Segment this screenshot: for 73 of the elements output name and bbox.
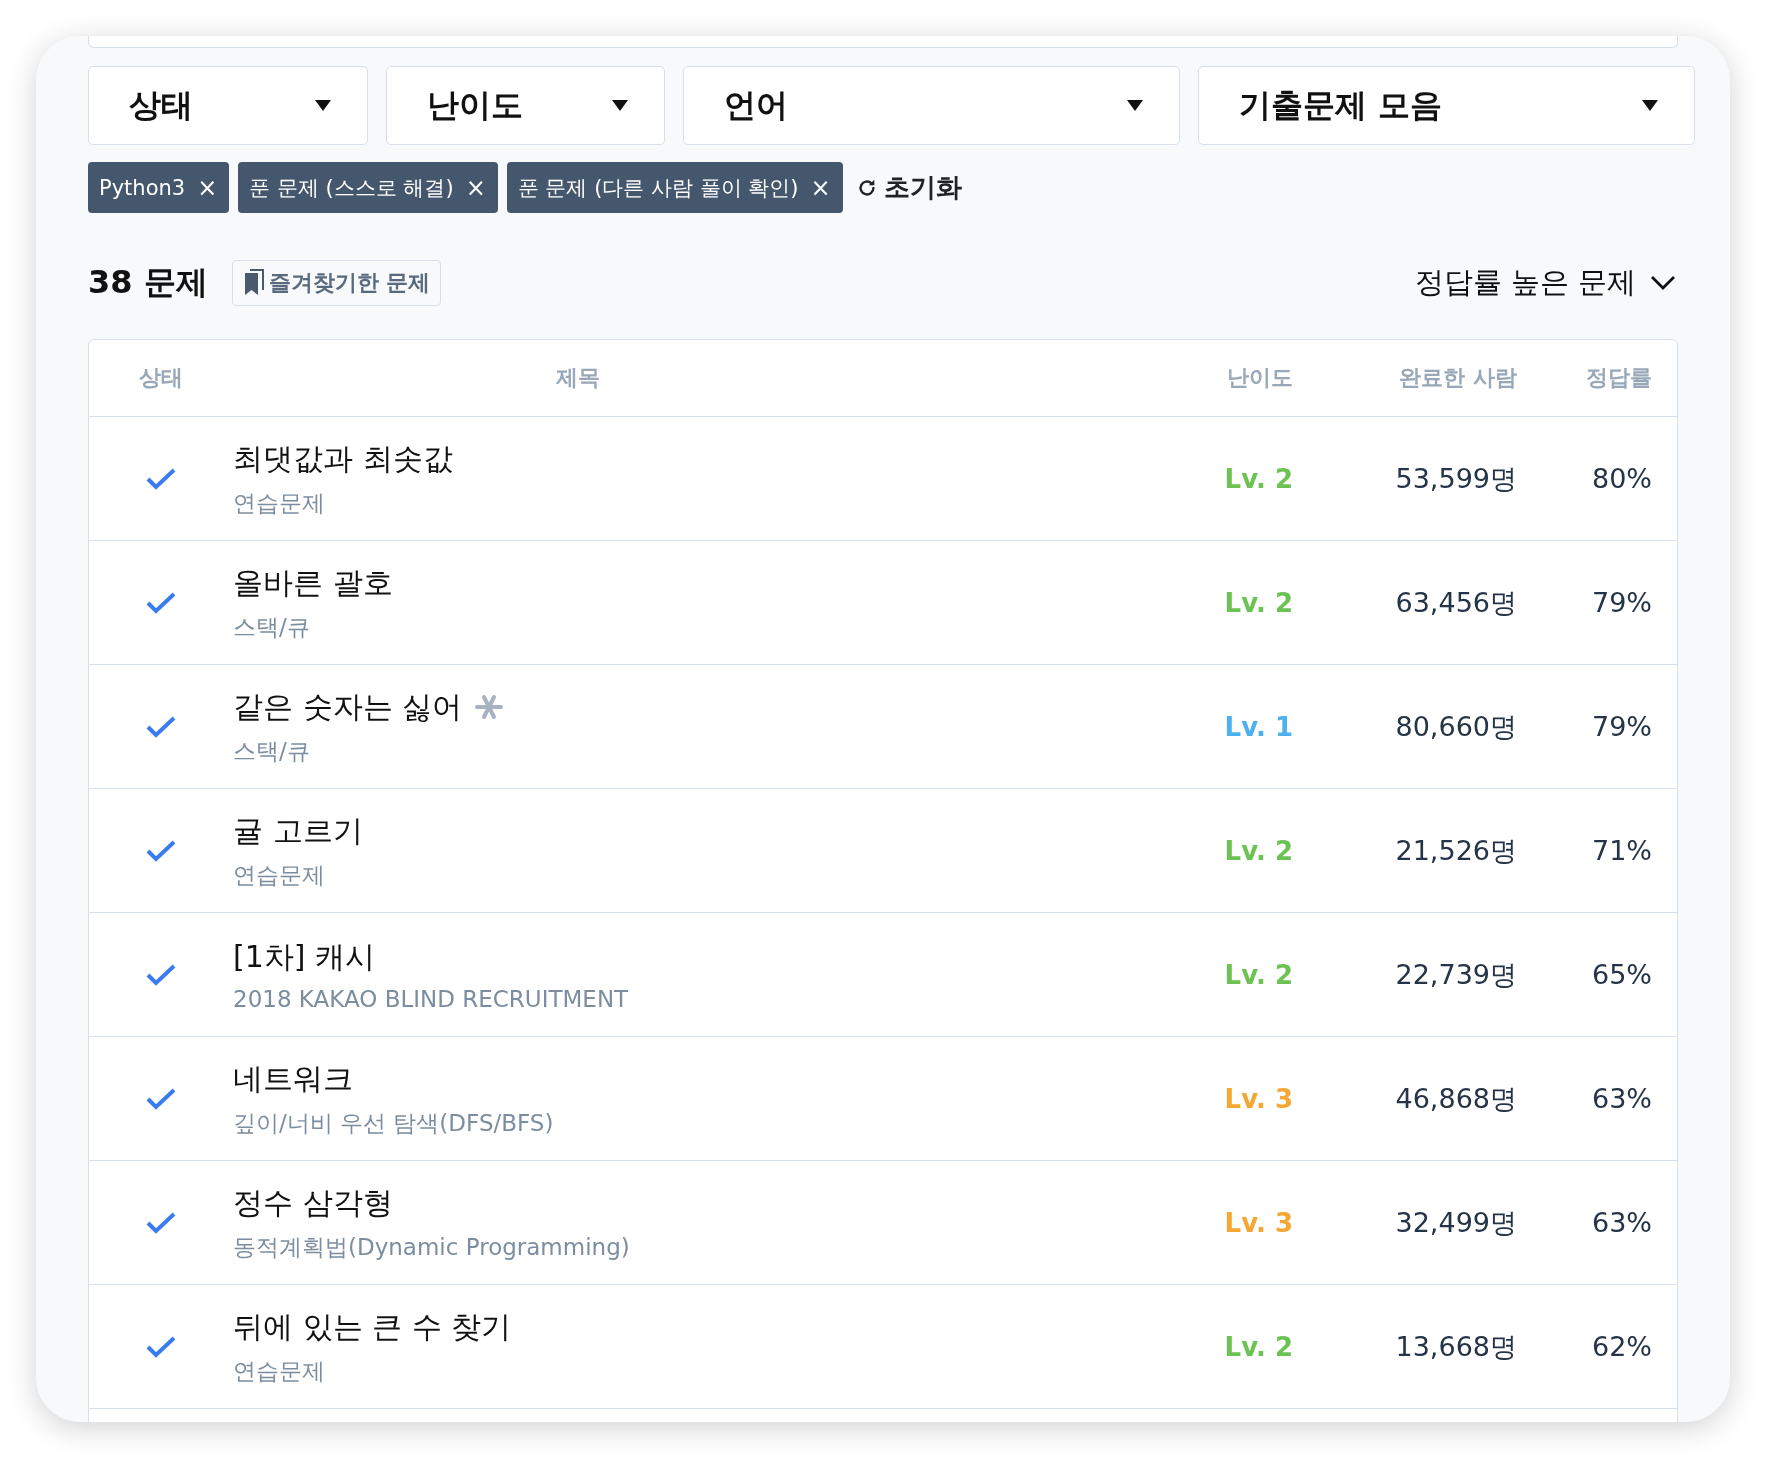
problem-count: 38 문제: [88, 262, 208, 303]
filter-dropdown[interactable]: 난이도: [386, 66, 665, 145]
difficulty-level: Lv. 2: [1223, 1331, 1293, 1362]
accuracy-rate: 79%: [1591, 711, 1653, 742]
accuracy-rate: 79%: [1591, 587, 1653, 618]
problem-title[interactable]: 최댓값과 최솟값: [233, 438, 453, 480]
problem-category: 스택/큐: [233, 736, 311, 766]
problem-category: 연습문제: [233, 860, 326, 890]
caret-icon: [1642, 100, 1658, 111]
table-row[interactable]: [1차] 캐시 2018 KAKAO BLIND RECRUITMENT Lv. 2 22,739명 65%: [89, 913, 1677, 1037]
bookmark-filter-button[interactable]: 즐겨찾기한 문제: [231, 260, 442, 306]
remove-tag-button[interactable]: ×: [465, 173, 486, 202]
column-header: 정답률: [1585, 364, 1653, 392]
accuracy-rate: 80%: [1591, 463, 1653, 494]
problem-title[interactable]: 정수 삼각형: [233, 1182, 393, 1224]
accuracy-rate: 63%: [1591, 1207, 1653, 1238]
completed-count: 63,456명: [1394, 585, 1517, 620]
problem-category: 깊이/너비 우선 탐색(DFS/BFS): [233, 1108, 555, 1138]
reset-button[interactable]: 초기화: [851, 170, 966, 205]
bookmark-icon: [242, 269, 265, 297]
remove-tag-button[interactable]: ×: [197, 173, 218, 202]
column-header: 상태: [138, 364, 184, 392]
filter-dropdown[interactable]: 기출문제 모음: [1198, 66, 1695, 145]
problem-title[interactable]: 귤 고르기: [233, 810, 363, 852]
accuracy-rate: 63%: [1591, 1083, 1653, 1114]
difficulty-level: Lv. 3: [1223, 1083, 1293, 1114]
tag-label: 푼 문제 (스스로 해결): [249, 174, 454, 202]
problem-category: 연습문제: [233, 488, 326, 518]
table-row[interactable]: 정수 삼각형 동적계획법(Dynamic Programming) Lv. 3 32,499명 63%: [89, 1161, 1677, 1285]
problem-title[interactable]: 올바른 괄호: [233, 562, 393, 604]
problem-title[interactable]: 네트워크: [233, 1058, 353, 1100]
column-header: 난이도: [1226, 364, 1293, 392]
column-header: 완료한 사람: [1398, 364, 1517, 392]
table-row[interactable]: 최댓값과 최솟값 연습문제 Lv. 2 53,599명 80%: [89, 417, 1677, 541]
completed-count: 80,660명: [1394, 709, 1517, 744]
problem-title[interactable]: 뒤에 있는 큰 수 찾기: [233, 1306, 512, 1348]
remove-tag-button[interactable]: ×: [810, 173, 831, 202]
tag-label: Python3: [99, 175, 186, 200]
completed-count: 21,526명: [1394, 833, 1517, 868]
difficulty-level: Lv. 3: [1223, 1207, 1293, 1238]
problem-category: 동적계획법(Dynamic Programming): [233, 1232, 631, 1262]
table-row[interactable]: 같은 숫자는 싫어 스택/큐 Lv. 1 80,660명 79%: [89, 665, 1677, 789]
accuracy-rate: 62%: [1591, 1331, 1653, 1362]
difficulty-level: Lv. 2: [1223, 463, 1293, 494]
filter-dropdown[interactable]: 언어: [683, 66, 1180, 145]
accuracy-rate: 71%: [1591, 835, 1653, 866]
filter-dropdown[interactable]: 상태: [88, 66, 368, 145]
problem-category: 스택/큐: [233, 612, 311, 642]
column-header: 제목: [555, 364, 601, 392]
completed-count: 46,868명: [1394, 1081, 1517, 1116]
tag-label: 푼 문제 (다른 사람 풀이 확인): [517, 174, 799, 202]
problem-title[interactable]: [1차] 캐시: [233, 937, 376, 978]
difficulty-level: Lv. 2: [1223, 587, 1293, 618]
problem-category: 연습문제: [233, 1356, 326, 1386]
chevron-down-icon: [1650, 275, 1676, 291]
caret-icon: [1127, 100, 1143, 111]
caret-icon: [612, 100, 628, 111]
completed-count: 13,668명: [1394, 1329, 1517, 1364]
problem-title[interactable]: 같은 숫자는 싫어: [233, 686, 463, 728]
table-row[interactable]: 귤 고르기 연습문제 Lv. 2 21,526명 71%: [89, 789, 1677, 913]
difficulty-level: Lv. 2: [1223, 959, 1293, 990]
caret-icon: [315, 100, 331, 111]
table-row[interactable]: 올바른 괄호 스택/큐 Lv. 2 63,456명 79%: [89, 541, 1677, 665]
completed-count: 22,739명: [1394, 957, 1517, 992]
completed-count: 32,499명: [1394, 1205, 1517, 1240]
sort-dropdown[interactable]: 정답률 높은 문제: [1414, 263, 1678, 303]
completed-count: 53,599명: [1394, 461, 1517, 496]
problem-category: 2018 KAKAO BLIND RECRUITMENT: [233, 986, 630, 1012]
difficulty-level: Lv. 2: [1223, 835, 1293, 866]
difficulty-level: Lv. 1: [1223, 711, 1293, 742]
accuracy-rate: 65%: [1591, 959, 1653, 990]
table-row[interactable]: 네트워크 깊이/너비 우선 탐색(DFS/BFS) Lv. 3 46,868명 63%: [89, 1037, 1677, 1161]
table-row[interactable]: 뒤에 있는 큰 수 찾기 연습문제 Lv. 2 13,668명 62%: [89, 1285, 1677, 1409]
